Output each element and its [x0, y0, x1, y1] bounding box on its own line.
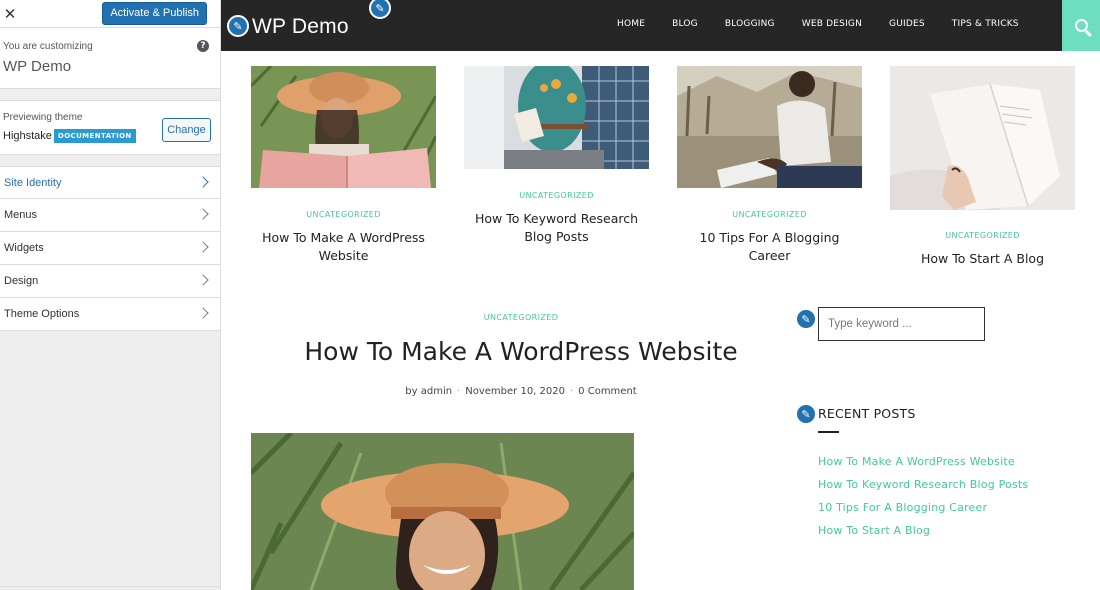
post-title-line[interactable]: How To Start A Blog	[890, 250, 1075, 268]
post-title[interactable]: 10 Tips For A Blogging Career	[677, 229, 862, 265]
section-design[interactable]: Design	[0, 265, 220, 298]
edit-shortcut-icon[interactable]: ✎	[795, 403, 817, 425]
chevron-right-icon	[197, 274, 209, 286]
post-thumbnail-image[interactable]	[677, 66, 862, 188]
heading-divider	[818, 431, 839, 433]
post-title-line[interactable]: Website	[251, 247, 436, 265]
meta-separator: ·	[569, 386, 574, 397]
recent-posts-heading: RECENT POSTS	[818, 406, 916, 421]
post-category[interactable]: UNCATEGORIZED	[677, 210, 862, 219]
post-category[interactable]: UNCATEGORIZED	[464, 191, 649, 200]
post-card[interactable]: UNCATEGORIZED How To Keyword Research Bl…	[464, 66, 649, 246]
post-title-line[interactable]: How To Keyword Research	[464, 210, 649, 228]
section-label: Menus	[4, 209, 38, 221]
help-icon[interactable]: ?	[197, 40, 209, 52]
post-category[interactable]: UNCATEGORIZED	[251, 210, 436, 219]
activate-publish-button[interactable]: Activate & Publish	[102, 2, 207, 25]
post-card[interactable]: UNCATEGORIZED How To Start A Blog	[890, 66, 1075, 276]
section-menus[interactable]: Menus	[0, 199, 220, 232]
post-title[interactable]: How To Make A WordPress Website	[251, 229, 436, 265]
customizing-label: You are customizing	[3, 41, 93, 52]
post-title-line[interactable]: Career	[677, 247, 862, 265]
documentation-badge[interactable]: DOCUMENTATION	[54, 129, 136, 143]
theme-name: Highstake	[3, 130, 52, 142]
chevron-right-icon	[197, 241, 209, 253]
post-card[interactable]: UNCATEGORIZED 10 Tips For A Blogging Car…	[677, 66, 862, 266]
customizer-footer	[0, 586, 220, 590]
post-card[interactable]: UNCATEGORIZED How To Make A WordPress We…	[251, 66, 436, 266]
article-featured-image	[251, 433, 634, 590]
post-title-line[interactable]: How To Make A WordPress	[251, 229, 436, 247]
section-label: Theme Options	[4, 308, 80, 320]
customizer-info: You are customizing WP Demo ?	[0, 28, 220, 89]
previewing-label: Previewing theme	[3, 112, 83, 123]
search-icon	[1074, 19, 1088, 32]
article-author[interactable]: by admin	[405, 386, 452, 397]
section-label: Site Identity	[4, 176, 62, 189]
article-date[interactable]: November 10, 2020	[465, 386, 565, 397]
chevron-right-icon	[197, 307, 209, 319]
article-title[interactable]: How To Make A WordPress Website	[221, 337, 821, 366]
meta-separator: ·	[457, 386, 461, 397]
nav-item-tips-tricks[interactable]: TIPS & TRICKS	[952, 19, 1019, 29]
site-preview: ✎ WP Demo ✎ HOME BLOG BLOGGING WEB DESIG…	[221, 0, 1100, 590]
article-meta: by admin · November 10, 2020 · 0 Comment	[221, 386, 821, 397]
customizer-sections: Site Identity Menus Widgets Design Theme…	[0, 166, 220, 331]
section-theme-options[interactable]: Theme Options	[0, 298, 220, 331]
chevron-right-icon	[197, 176, 209, 188]
customizing-site-title: WP Demo	[3, 58, 72, 75]
main-nav: HOME BLOG BLOGGING WEB DESIGN GUIDES TIP…	[617, 19, 1046, 29]
theme-panel: Previewing theme Highstake DOCUMENTATION…	[0, 100, 220, 155]
section-widgets[interactable]: Widgets	[0, 232, 220, 265]
nav-item-blogging[interactable]: BLOGGING	[725, 19, 775, 29]
post-title[interactable]: How To Start A Blog	[890, 250, 1075, 268]
edit-shortcut-icon[interactable]: ✎	[369, 0, 391, 19]
nav-item-web-design[interactable]: WEB DESIGN	[802, 19, 862, 29]
nav-item-blog[interactable]: BLOG	[672, 19, 698, 29]
nav-item-home[interactable]: HOME	[617, 19, 645, 29]
section-label: Design	[4, 275, 39, 287]
recent-post-link[interactable]: How To Keyword Research Blog Posts	[818, 478, 1028, 501]
post-title-line[interactable]: Blog Posts	[464, 228, 649, 246]
recent-posts-list: How To Make A WordPress Website How To K…	[818, 455, 1028, 547]
header-search-button[interactable]	[1062, 0, 1100, 51]
recent-post-link[interactable]: 10 Tips For A Blogging Career	[818, 501, 1028, 524]
section-site-identity[interactable]: Site Identity	[0, 166, 220, 199]
chevron-right-icon	[197, 208, 209, 220]
article-category[interactable]: UNCATEGORIZED	[221, 313, 821, 322]
nav-item-guides[interactable]: GUIDES	[889, 19, 925, 29]
post-title-line[interactable]: 10 Tips For A Blogging	[677, 229, 862, 247]
recent-post-link[interactable]: How To Make A WordPress Website	[818, 455, 1028, 478]
customizer-sidebar: ✕ Activate & Publish You are customizing…	[0, 0, 221, 590]
article-comments[interactable]: 0 Comment	[578, 386, 637, 397]
site-header: ✎ WP Demo ✎ HOME BLOG BLOGGING WEB DESIG…	[221, 0, 1100, 51]
post-thumbnail-image[interactable]	[464, 66, 649, 169]
close-icon[interactable]: ✕	[0, 0, 20, 28]
recent-post-link[interactable]: How To Start A Blog	[818, 524, 1028, 547]
section-label: Widgets	[4, 242, 44, 254]
post-title[interactable]: How To Keyword Research Blog Posts	[464, 210, 649, 246]
edit-shortcut-icon[interactable]: ✎	[227, 15, 249, 37]
customizer-header: ✕ Activate & Publish	[0, 0, 220, 28]
site-logo[interactable]: WP Demo	[252, 15, 349, 39]
post-category[interactable]: UNCATEGORIZED	[890, 231, 1075, 240]
post-thumbnail-image[interactable]	[251, 66, 436, 188]
change-theme-button[interactable]: Change	[162, 118, 211, 142]
edit-shortcut-icon[interactable]: ✎	[795, 308, 817, 330]
post-thumbnail-image[interactable]	[890, 66, 1075, 210]
search-input[interactable]: Type keyword ...	[818, 307, 985, 341]
